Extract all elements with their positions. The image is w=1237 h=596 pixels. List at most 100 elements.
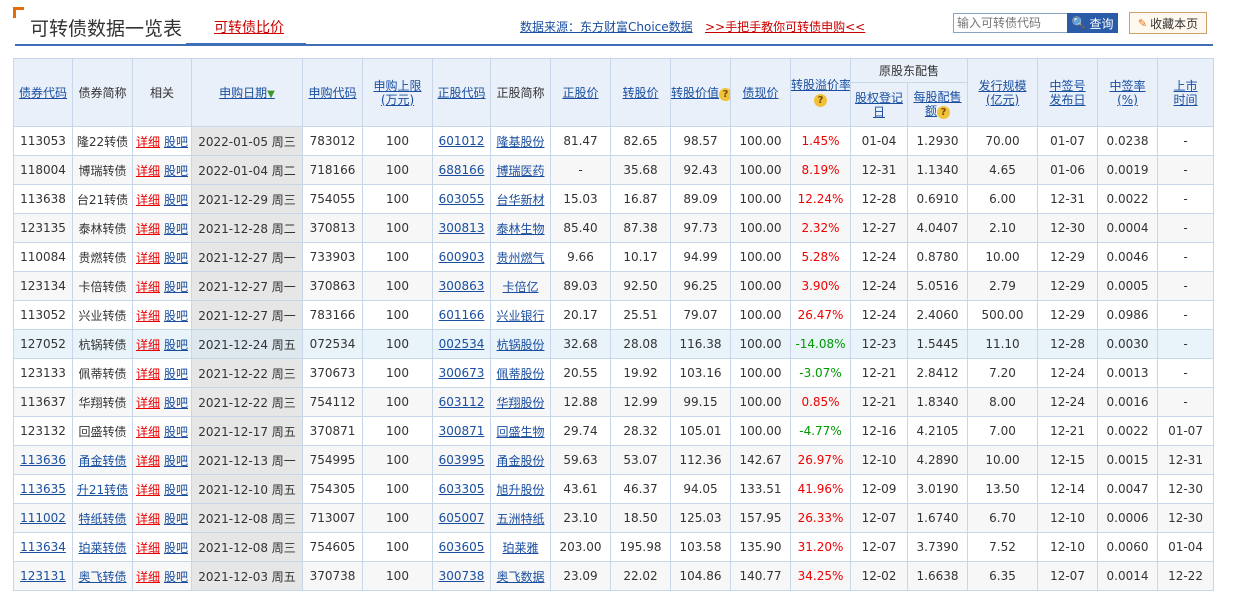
stock-name-cell[interactable]: 泰林生物 (490, 213, 551, 243)
stock-name-cell[interactable]: 五洲特纸 (490, 503, 551, 533)
stock-bar-link[interactable]: 股吧 (164, 338, 188, 352)
stock-code-cell[interactable]: 002534 (432, 329, 491, 359)
stock-bar-link[interactable]: 股吧 (164, 193, 188, 207)
stock-bar-link[interactable]: 股吧 (164, 367, 188, 381)
data-source-link[interactable]: 数据来源：东方财富Choice数据 (520, 18, 693, 35)
stock-name-cell[interactable]: 奥飞数据 (490, 561, 551, 591)
stock-bar-link[interactable]: 股吧 (164, 570, 188, 584)
col-conv-value[interactable]: 转股价值? (670, 58, 731, 127)
stock-code-cell-text[interactable]: 605007 (439, 511, 485, 525)
stock-code-cell[interactable]: 605007 (432, 503, 491, 533)
stock-code-cell-text[interactable]: 300738 (439, 569, 485, 583)
stock-code-cell[interactable]: 603605 (432, 532, 491, 562)
col-win-rate[interactable]: 中签率 (%) (1097, 58, 1159, 127)
tab-bond-compare[interactable]: 可转债比价 (214, 17, 284, 37)
stock-bar-link[interactable]: 股吧 (164, 280, 188, 294)
detail-link[interactable]: 详细 (136, 483, 160, 497)
bond-code-cell[interactable]: 113636 (13, 445, 73, 475)
detail-link[interactable]: 详细 (136, 367, 160, 381)
stock-code-cell[interactable]: 603995 (432, 445, 491, 475)
stock-bar-link[interactable]: 股吧 (164, 396, 188, 410)
bond-name-cell-text[interactable]: 特纸转债 (78, 512, 126, 526)
bond-code-cell-text[interactable]: 123131 (20, 569, 66, 583)
detail-link[interactable]: 详细 (136, 570, 160, 584)
bond-name-cell[interactable]: 甬金转债 (72, 445, 133, 475)
detail-link[interactable]: 详细 (136, 425, 160, 439)
stock-code-cell-text[interactable]: 300673 (439, 366, 485, 380)
stock-code-cell[interactable]: 300673 (432, 358, 491, 388)
stock-code-cell[interactable]: 603055 (432, 184, 491, 214)
stock-name-cell-text[interactable]: 博瑞医药 (496, 164, 544, 178)
col-premium[interactable]: 转股溢价率? (790, 58, 851, 127)
stock-name-cell[interactable]: 甬金股份 (490, 445, 551, 475)
bond-code-cell-text[interactable]: 113634 (20, 540, 66, 554)
stock-name-cell-text[interactable]: 泰林生物 (496, 222, 544, 236)
bond-code-cell[interactable]: 113634 (13, 532, 73, 562)
stock-code-cell-text[interactable]: 300871 (439, 424, 485, 438)
col-bond-code[interactable]: 债券代码 (13, 58, 73, 127)
stock-name-cell-text[interactable]: 珀莱雅 (502, 541, 538, 555)
stock-name-cell-text[interactable]: 隆基股份 (496, 135, 544, 149)
stock-code-cell-text[interactable]: 688166 (439, 163, 485, 177)
stock-name-cell-text[interactable]: 兴业银行 (496, 309, 544, 323)
bond-code-search-input[interactable] (953, 13, 1071, 33)
detail-link[interactable]: 详细 (136, 512, 160, 526)
stock-name-cell-text[interactable]: 杭锅股份 (496, 338, 544, 352)
stock-name-cell-text[interactable]: 卡倍亿 (502, 280, 538, 294)
detail-link[interactable]: 详细 (136, 193, 160, 207)
bond-name-cell-text[interactable]: 升21转债 (77, 483, 128, 497)
bond-code-cell-text[interactable]: 113635 (20, 482, 66, 496)
help-icon[interactable]: ? (937, 106, 951, 119)
stock-name-cell[interactable]: 博瑞医药 (490, 155, 551, 185)
stock-code-cell[interactable]: 688166 (432, 155, 491, 185)
bond-code-cell-text[interactable]: 111002 (20, 511, 66, 525)
stock-name-cell[interactable]: 台华新材 (490, 184, 551, 214)
stock-name-cell[interactable]: 华翔股份 (490, 387, 551, 417)
stock-code-cell-text[interactable]: 603055 (439, 192, 485, 206)
bond-code-cell[interactable]: 113635 (13, 474, 73, 504)
stock-code-cell[interactable]: 300813 (432, 213, 491, 243)
stock-code-cell[interactable]: 600903 (432, 242, 491, 272)
stock-name-cell-text[interactable]: 回盛生物 (496, 425, 544, 439)
bond-name-cell[interactable]: 奥飞转债 (72, 561, 133, 591)
bond-code-cell[interactable]: 111002 (13, 503, 73, 533)
stock-code-cell-text[interactable]: 600903 (439, 250, 485, 264)
detail-link[interactable]: 详细 (136, 164, 160, 178)
detail-link[interactable]: 详细 (136, 541, 160, 555)
detail-link[interactable]: 详细 (136, 135, 160, 149)
detail-link[interactable]: 详细 (136, 309, 160, 323)
col-sub-limit[interactable]: 申购上限 (万元) (362, 58, 433, 127)
bond-name-cell[interactable]: 特纸转债 (72, 503, 133, 533)
stock-bar-link[interactable]: 股吧 (164, 541, 188, 555)
help-icon[interactable]: ? (719, 88, 730, 101)
stock-code-cell-text[interactable]: 603995 (439, 453, 485, 467)
stock-code-cell[interactable]: 300738 (432, 561, 491, 591)
stock-name-cell[interactable]: 佩蒂股份 (490, 358, 551, 388)
col-sub-date[interactable]: 申购日期▼ (191, 58, 303, 127)
stock-code-cell[interactable]: 601012 (432, 126, 491, 156)
col-listing[interactable]: 上市 时间 (1157, 58, 1215, 127)
stock-code-cell-text[interactable]: 603305 (439, 482, 485, 496)
stock-bar-link[interactable]: 股吧 (164, 483, 188, 497)
stock-name-cell[interactable]: 贵州燃气 (490, 242, 551, 272)
col-bond-price[interactable]: 债现价 (730, 58, 791, 127)
stock-name-cell-text[interactable]: 五洲特纸 (496, 512, 544, 526)
col-sub-code[interactable]: 申购代码 (302, 58, 363, 127)
col-conv-price[interactable]: 转股价 (610, 58, 671, 127)
detail-link[interactable]: 详细 (136, 222, 160, 236)
guide-link[interactable]: >>手把手教你可转债申购<< (705, 18, 865, 35)
stock-name-cell-text[interactable]: 旭升股份 (496, 483, 544, 497)
stock-code-cell-text[interactable]: 601012 (439, 134, 485, 148)
favorite-button[interactable]: ✎ 收藏本页 (1129, 12, 1207, 34)
stock-name-cell-text[interactable]: 台华新材 (496, 193, 544, 207)
stock-code-cell[interactable]: 300871 (432, 416, 491, 446)
stock-name-cell[interactable]: 杭锅股份 (490, 329, 551, 359)
col-stock-price[interactable]: 正股价 (550, 58, 611, 127)
stock-code-cell[interactable]: 601166 (432, 300, 491, 330)
stock-name-cell-text[interactable]: 奥飞数据 (496, 570, 544, 584)
stock-bar-link[interactable]: 股吧 (164, 135, 188, 149)
detail-link[interactable]: 详细 (136, 280, 160, 294)
stock-name-cell-text[interactable]: 华翔股份 (496, 396, 544, 410)
stock-code-cell-text[interactable]: 002534 (439, 337, 485, 351)
stock-bar-link[interactable]: 股吧 (164, 425, 188, 439)
